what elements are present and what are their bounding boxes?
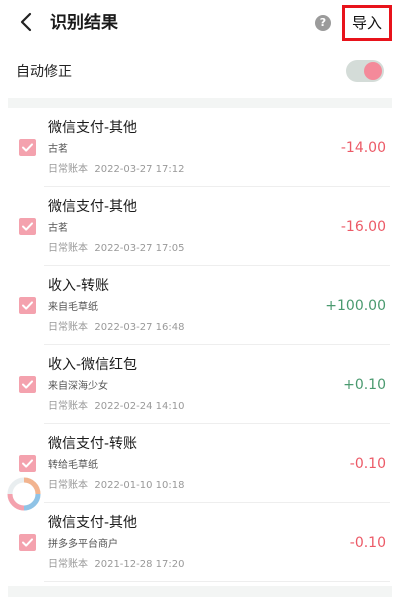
record-item[interactable]: 收入-微信红包 来自深海少女 日常账本 2022-02-24 14:10 +0.10 [0, 345, 400, 424]
record-title: 微信支付-其他 [48, 515, 138, 531]
import-button[interactable]: 导入 [342, 5, 392, 41]
record-datetime: 2022-02-24 14:10 [94, 401, 185, 412]
record-merchant: 转给毛草纸 [48, 460, 98, 471]
record-merchant: 拼多多平台商户 [48, 539, 118, 550]
page-title: 识别结果 [50, 13, 118, 33]
record-item[interactable]: 微信支付-其他 拼多多平台商户 日常账本 2021-12-28 17:20 -0.10 [0, 503, 400, 582]
record-book: 日常账本 [48, 322, 88, 333]
record-amount: +100.00 [325, 298, 386, 314]
record-amount: -16.00 [340, 219, 386, 235]
record-title: 收入-转账 [48, 278, 110, 294]
record-meta: 日常账本 2021-12-28 17:20 [48, 558, 184, 571]
record-book: 日常账本 [48, 164, 88, 175]
auto-correct-row: 自动修正 [0, 46, 400, 98]
record-book: 日常账本 [48, 559, 88, 570]
record-merchant: 古茗 [48, 144, 68, 155]
record-book: 日常账本 [48, 243, 88, 254]
checkmark-icon [22, 380, 33, 389]
record-checkbox[interactable] [19, 376, 36, 393]
record-datetime: 2022-03-27 17:05 [94, 243, 185, 254]
record-meta: 日常账本 2022-02-24 14:10 [48, 400, 184, 413]
record-meta: 日常账本 2022-03-27 17:12 [48, 163, 184, 176]
record-checkbox[interactable] [19, 534, 36, 551]
record-amount: +0.10 [343, 377, 386, 393]
auto-correct-label: 自动修正 [16, 64, 72, 80]
auto-correct-toggle[interactable] [346, 60, 384, 82]
record-merchant: 来自毛草纸 [48, 302, 98, 313]
record-datetime: 2022-03-27 16:48 [94, 322, 185, 333]
record-book: 日常账本 [48, 480, 88, 491]
record-book: 日常账本 [48, 401, 88, 412]
section-divider [8, 586, 392, 597]
record-title: 微信支付-其他 [48, 120, 138, 136]
record-checkbox[interactable] [19, 218, 36, 235]
record-merchant: 来自深海少女 [48, 381, 108, 392]
checkmark-icon [22, 301, 33, 310]
row-divider [44, 581, 390, 582]
record-title: 微信支付-其他 [48, 199, 138, 215]
record-amount: -0.10 [349, 456, 386, 472]
checkmark-icon [22, 538, 33, 547]
section-divider [8, 98, 392, 108]
top-bar: 识别结果 ? 导入 [0, 0, 400, 46]
loading-ring-icon[interactable] [6, 476, 42, 512]
record-meta: 日常账本 2022-03-27 16:48 [48, 321, 184, 334]
record-title: 收入-微信红包 [48, 357, 138, 373]
record-checkbox[interactable] [19, 297, 36, 314]
back-arrow-icon[interactable] [14, 9, 40, 35]
checkmark-icon [22, 459, 33, 468]
toggle-knob [364, 62, 382, 80]
record-datetime: 2022-01-10 10:18 [94, 480, 185, 491]
record-amount: -0.10 [349, 535, 386, 551]
record-item[interactable]: 微信支付-其他古茗日常账本 2022-03-27 17:05 -16.00 [0, 187, 400, 266]
record-merchant: 古茗 [48, 223, 68, 234]
record-checkbox[interactable] [19, 455, 36, 472]
checkmark-icon [22, 222, 33, 231]
record-item[interactable]: 微信支付-转账转给毛草纸日常账本 2022-01-10 10:18 -0.10 [0, 424, 400, 503]
help-icon[interactable]: ? [315, 15, 331, 31]
record-datetime: 2021-12-28 17:20 [94, 559, 185, 570]
record-meta: 日常账本 2022-03-27 17:05 [48, 242, 184, 255]
record-datetime: 2022-03-27 17:12 [94, 164, 185, 175]
record-item[interactable]: 微信支付-其他古茗日常账本 2022-03-27 17:12 -14.00 [0, 108, 400, 187]
record-amount: -14.00 [340, 140, 386, 156]
record-item[interactable]: 收入-转账来自毛草纸日常账本 2022-03-27 16:48 +100.00 [0, 266, 400, 345]
record-meta: 日常账本 2022-01-10 10:18 [48, 479, 184, 492]
checkmark-icon [22, 143, 33, 152]
record-title: 微信支付-转账 [48, 436, 138, 452]
record-checkbox[interactable] [19, 139, 36, 156]
